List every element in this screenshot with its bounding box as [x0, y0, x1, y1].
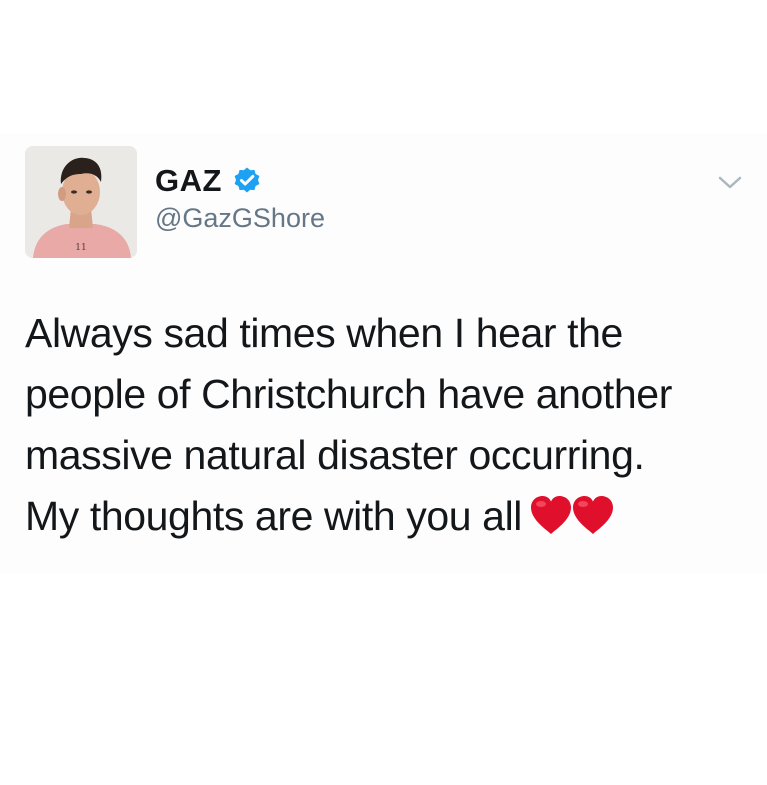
avatar[interactable]: 11	[25, 146, 137, 258]
tweet-text-line: people of Christchurch have another	[25, 371, 672, 417]
author-handle[interactable]: @GazGShore	[155, 203, 325, 234]
red-heart-icon	[528, 492, 574, 534]
red-heart-icon	[570, 492, 616, 534]
tweet-text-line: Always sad times when I hear the	[25, 310, 623, 356]
chevron-down-icon[interactable]	[716, 173, 744, 193]
author-name[interactable]: GAZ	[155, 163, 222, 199]
tweet-text: Always sad times when I hear the people …	[25, 303, 745, 553]
tweet-text-line-last: My thoughts are with you all	[25, 486, 745, 553]
svg-text:11: 11	[75, 243, 86, 253]
profile-photo-icon: 11	[25, 146, 137, 258]
tweet-text-line: My thoughts are with you all	[25, 493, 522, 539]
emoji-group	[528, 492, 613, 553]
author-name-row: GAZ	[155, 163, 262, 199]
tweet-text-line: massive natural disaster occurring.	[25, 432, 645, 478]
tweet-card: 11 GAZ @GazGShore Always sad times when …	[0, 133, 767, 573]
verified-badge-icon	[232, 166, 262, 196]
